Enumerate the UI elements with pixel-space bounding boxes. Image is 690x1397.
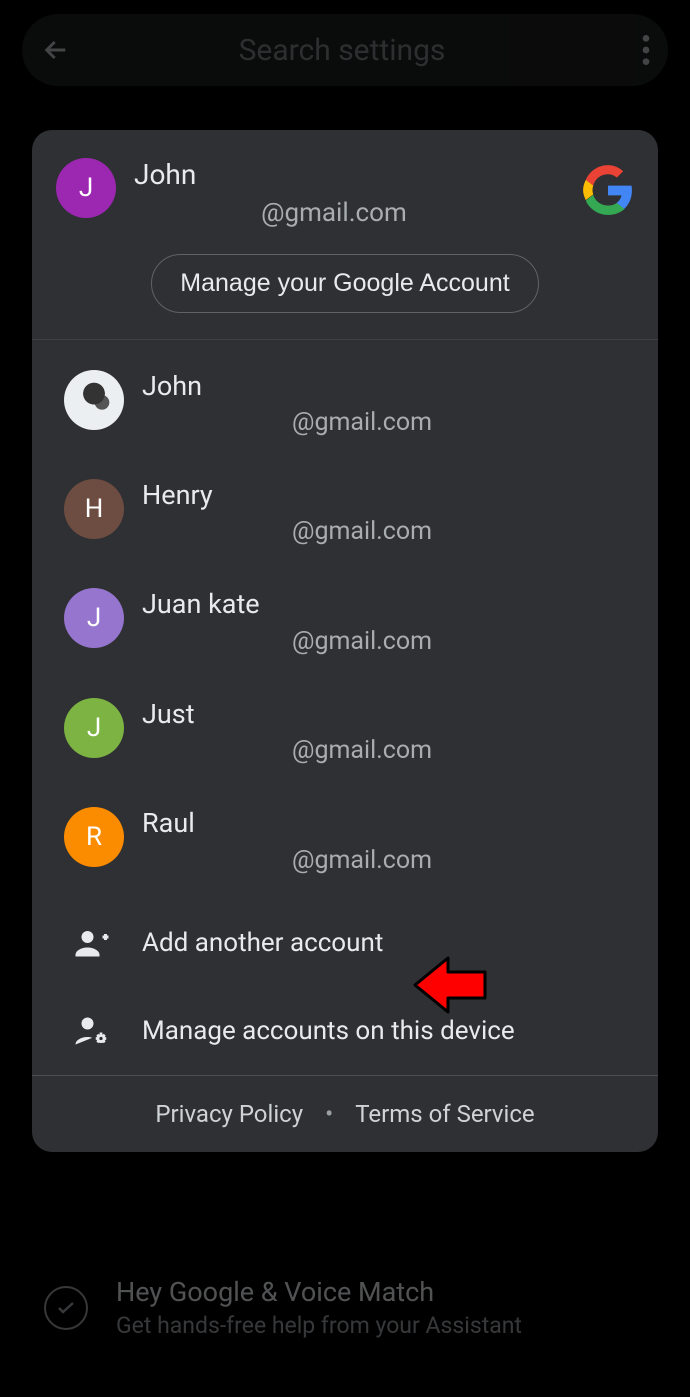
account-email: @gmail.com (142, 627, 634, 656)
add-account-button[interactable]: Add another account (32, 899, 658, 987)
more-icon[interactable] (642, 35, 650, 65)
account-row[interactable]: John @gmail.com (32, 348, 658, 457)
manage-accounts-icon (72, 1013, 112, 1049)
account-email: @gmail.com (142, 736, 634, 765)
primary-email: @gmail.com (134, 198, 564, 228)
person-add-icon (72, 925, 112, 961)
account-email: @gmail.com (142, 846, 634, 875)
avatar: R (64, 807, 124, 867)
account-name: John (142, 370, 634, 402)
bg-item-sub: Get hands-free help from your Assistant (116, 1312, 522, 1339)
account-row[interactable]: J Just @gmail.com (32, 676, 658, 785)
manage-account-button[interactable]: Manage your Google Account (151, 254, 538, 313)
google-logo-icon (582, 164, 634, 216)
search-placeholder: Search settings (62, 33, 622, 68)
avatar (64, 370, 124, 430)
account-email: @gmail.com (142, 517, 634, 546)
search-bar[interactable]: Search settings (22, 14, 668, 86)
avatar: J (64, 698, 124, 758)
avatar[interactable]: J (56, 158, 116, 218)
accounts-list: John @gmail.com H Henry @gmail.com J Juan kate… (32, 340, 658, 899)
primary-name: John (134, 158, 564, 192)
account-email: @gmail.com (142, 408, 634, 437)
bg-item-title: Hey Google & Voice Match (116, 1276, 522, 1308)
settings-item-voice-match[interactable]: Hey Google & Voice Match Get hands-free … (0, 1266, 690, 1349)
terms-link[interactable]: Terms of Service (355, 1100, 534, 1128)
account-name: Raul (142, 807, 634, 839)
sheet-footer: Privacy Policy • Terms of Service (32, 1075, 658, 1152)
account-row[interactable]: H Henry @gmail.com (32, 457, 658, 566)
manage-accounts-label: Manage accounts on this device (142, 1016, 515, 1046)
account-row[interactable]: J Juan kate @gmail.com (32, 566, 658, 675)
account-row[interactable]: R Raul @gmail.com (32, 785, 658, 894)
account-name: Just (142, 698, 634, 730)
avatar: J (64, 588, 124, 648)
privacy-link[interactable]: Privacy Policy (155, 1100, 303, 1128)
separator-dot: • (325, 1100, 333, 1128)
avatar: H (64, 479, 124, 539)
account-switcher-sheet: J John @gmail.com Manage your Google Acc… (32, 130, 658, 1152)
primary-account: J John @gmail.com Manage your Google Acc… (32, 130, 658, 340)
account-name: Henry (142, 479, 634, 511)
add-account-label: Add another account (142, 928, 383, 958)
manage-accounts-button[interactable]: Manage accounts on this device (32, 987, 658, 1075)
account-name: Juan kate (142, 588, 634, 620)
check-icon (44, 1286, 88, 1330)
